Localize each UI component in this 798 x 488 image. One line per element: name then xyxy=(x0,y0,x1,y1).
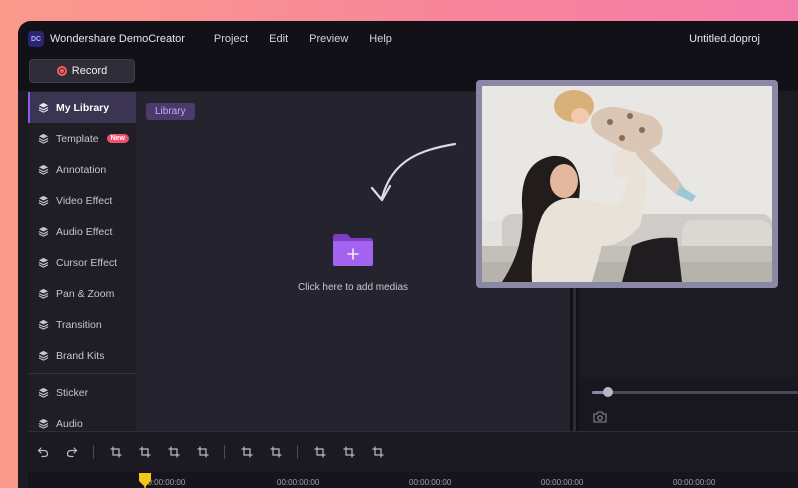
crop-button[interactable] xyxy=(188,440,217,464)
add-media-folder-icon[interactable] xyxy=(332,233,374,267)
sidebar-item-transition[interactable]: Transition xyxy=(28,309,136,340)
preview-photo xyxy=(482,86,772,282)
undo-button[interactable] xyxy=(28,440,57,464)
layers-icon xyxy=(38,319,49,330)
crop-icon xyxy=(110,446,121,458)
crop-icon xyxy=(314,446,325,458)
video-preview-frame xyxy=(476,80,778,288)
layers-icon xyxy=(38,195,49,206)
crop-button[interactable] xyxy=(363,440,392,464)
sidebar-item-label: Transition xyxy=(56,318,102,331)
crop-button[interactable] xyxy=(261,440,290,464)
title-bar: DC Wondershare DemoCreator Project Edit … xyxy=(18,21,798,57)
layers-icon xyxy=(38,164,49,175)
menu-project[interactable]: Project xyxy=(214,33,248,45)
sidebar-item-pan-zoom[interactable]: Pan & Zoom xyxy=(28,278,136,309)
camera-icon[interactable] xyxy=(593,411,607,423)
redo-button[interactable] xyxy=(57,440,86,464)
crop-icon xyxy=(270,446,281,458)
crop-icon xyxy=(343,446,354,458)
new-badge: New xyxy=(106,134,130,143)
record-icon xyxy=(56,66,67,76)
menu-preview[interactable]: Preview xyxy=(309,33,348,45)
crop-icon xyxy=(372,446,383,458)
project-file-name: Untitled.doproj xyxy=(689,33,760,45)
sidebar-item-label: Video Effect xyxy=(56,194,113,207)
ruler-timestamp: 00:00:00:00 xyxy=(277,478,320,487)
toolbar-divider xyxy=(224,445,225,459)
menu-edit[interactable]: Edit xyxy=(269,33,288,45)
toolbar-divider xyxy=(93,445,94,459)
undo-icon xyxy=(37,447,48,458)
crop-icon xyxy=(139,446,150,458)
record-button[interactable]: Record xyxy=(29,59,135,83)
crop-button[interactable] xyxy=(305,440,334,464)
crop-button[interactable] xyxy=(334,440,363,464)
preview-controls xyxy=(579,377,798,433)
layers-icon xyxy=(38,288,49,299)
menu-bar: Project Edit Preview Help xyxy=(214,33,413,45)
zoom-slider-handle[interactable] xyxy=(603,387,613,397)
sidebar-item-template[interactable]: Template New xyxy=(28,123,136,154)
crop-button[interactable] xyxy=(130,440,159,464)
sidebar-item-label: Sticker xyxy=(56,386,89,399)
sidebar-divider xyxy=(28,373,136,374)
playhead-marker[interactable] xyxy=(138,472,152,488)
sidebar-item-label: Audio Effect xyxy=(56,225,113,238)
record-label: Record xyxy=(71,65,108,77)
sidebar-item-brand-kits[interactable]: Brand Kits xyxy=(28,340,136,371)
timeline-toolbar xyxy=(28,432,798,472)
sidebar-item-my-library[interactable]: My Library xyxy=(28,92,136,123)
crop-button[interactable] xyxy=(101,440,130,464)
sidebar-item-label: Cursor Effect xyxy=(56,256,118,269)
layers-icon xyxy=(38,257,49,268)
library-tag[interactable]: Library xyxy=(146,103,195,120)
ruler-timestamp: 00:00:00:00 xyxy=(409,478,452,487)
timeline: 00:00:00:00 00:00:00:00 00:00:00:00 00:0… xyxy=(28,431,798,488)
sidebar-item-cursor-effect[interactable]: Cursor Effect xyxy=(28,247,136,278)
crop-icon xyxy=(241,446,252,458)
sidebar-item-label: My Library xyxy=(56,101,110,114)
layers-icon xyxy=(38,133,49,144)
zoom-slider-track[interactable] xyxy=(592,391,798,394)
sidebar-item-label: Template xyxy=(56,132,99,145)
crop-button[interactable] xyxy=(232,440,261,464)
ruler-timestamp: 00:00:00:00 xyxy=(673,478,716,487)
app-logo-icon: DC xyxy=(28,31,44,47)
sidebar-item-sticker[interactable]: Sticker xyxy=(28,377,136,408)
ruler-timestamp: 00:00:00:00 xyxy=(541,478,584,487)
crop-icon xyxy=(197,446,208,458)
menu-help[interactable]: Help xyxy=(369,33,392,45)
sidebar: My Library Template New Annotation Video… xyxy=(28,92,136,433)
app-name: Wondershare DemoCreator xyxy=(50,33,185,45)
sidebar-item-label: Audio xyxy=(56,417,83,430)
toolbar-divider xyxy=(297,445,298,459)
layers-icon xyxy=(38,387,49,398)
layers-icon xyxy=(38,418,49,429)
layers-icon xyxy=(38,226,49,237)
redo-icon xyxy=(66,447,77,458)
sidebar-item-annotation[interactable]: Annotation xyxy=(28,154,136,185)
sidebar-item-audio-effect[interactable]: Audio Effect xyxy=(28,216,136,247)
curved-arrow-icon xyxy=(370,142,457,202)
layers-icon xyxy=(38,102,49,113)
sidebar-item-label: Pan & Zoom xyxy=(56,287,115,300)
sidebar-item-label: Brand Kits xyxy=(56,349,105,362)
crop-icon xyxy=(168,446,179,458)
layers-icon xyxy=(38,350,49,361)
sidebar-item-label: Annotation xyxy=(56,163,107,176)
crop-button[interactable] xyxy=(159,440,188,464)
sidebar-item-video-effect[interactable]: Video Effect xyxy=(28,185,136,216)
